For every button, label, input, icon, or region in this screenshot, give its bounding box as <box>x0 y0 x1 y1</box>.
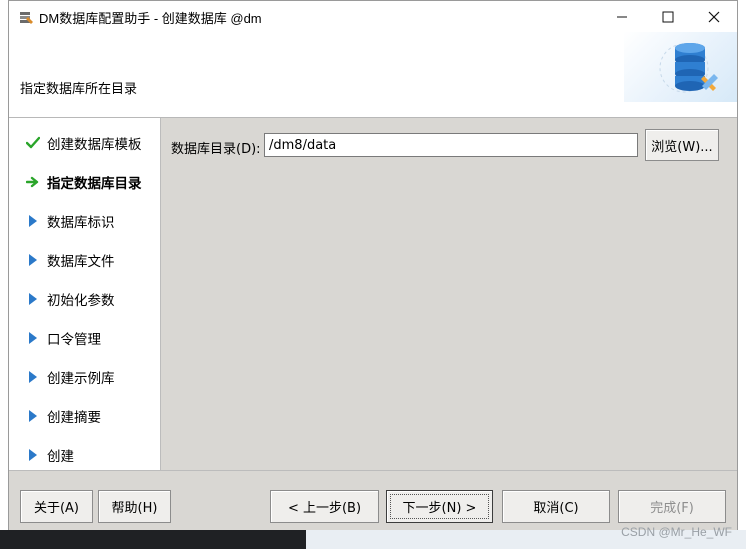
help-button[interactable]: 帮助(H) <box>98 490 171 523</box>
prev-button[interactable]: < 上一步(B) <box>270 490 379 523</box>
maximize-button[interactable] <box>645 1 691 32</box>
step-label: 创建摘要 <box>47 409 101 426</box>
directory-label: 数据库目录(D): <box>171 142 261 157</box>
step-label: 指定数据库目录 <box>47 175 142 192</box>
app-icon <box>20 12 33 24</box>
step-item-identity[interactable]: 数据库标识 <box>9 201 160 240</box>
triangle-right-icon <box>25 447 41 463</box>
step-item-directory[interactable]: 指定数据库目录 <box>9 162 160 201</box>
maximize-icon <box>662 11 674 22</box>
database-icon <box>659 43 718 93</box>
step-item-template[interactable]: 创建数据库模板 <box>9 123 160 162</box>
button-bar: 关于(A) 帮助(H) < 上一步(B) 下一步(N) > 取消(C) 完成(F… <box>9 470 737 530</box>
close-button[interactable] <box>691 1 737 32</box>
background-app-edge <box>738 0 746 549</box>
step-label: 口令管理 <box>47 331 101 348</box>
step-item-sample-db[interactable]: 创建示例库 <box>9 357 160 396</box>
triangle-right-icon <box>25 252 41 268</box>
step-item-files[interactable]: 数据库文件 <box>9 240 160 279</box>
database-banner <box>624 32 737 102</box>
step-label: 创建数据库模板 <box>47 136 142 153</box>
step-item-password[interactable]: 口令管理 <box>9 318 160 357</box>
background-taskbar <box>0 530 306 549</box>
next-button[interactable]: 下一步(N) > <box>386 490 493 523</box>
wizard-header: 指定数据库所在目录 <box>9 32 737 118</box>
step-label: 创建 <box>47 448 74 465</box>
check-icon <box>25 135 41 151</box>
minimize-icon <box>617 16 627 17</box>
wizard-window: DM数据库配置助手 - 创建数据库 @dm 指定数据库所在目录 创建数据库模板 … <box>8 0 738 530</box>
step-list: 创建数据库模板 指定数据库目录 数据库标识 数据库文件 初始化参数 口令管理 创… <box>9 118 161 470</box>
step-label: 数据库标识 <box>47 214 115 231</box>
arrow-right-icon <box>25 174 41 190</box>
step-item-init-params[interactable]: 初始化参数 <box>9 279 160 318</box>
triangle-right-icon <box>25 291 41 307</box>
browse-button[interactable]: 浏览(W)... <box>645 129 719 161</box>
step-label: 数据库文件 <box>47 253 115 270</box>
step-label: 创建示例库 <box>47 370 115 387</box>
directory-input[interactable] <box>264 133 638 157</box>
close-icon <box>708 11 720 22</box>
watermark-text: CSDN @Mr_He_WF <box>621 525 732 539</box>
finish-button: 完成(F) <box>618 490 726 523</box>
step-label: 初始化参数 <box>47 292 115 309</box>
window-title: DM数据库配置助手 - 创建数据库 @dm <box>39 11 262 26</box>
title-bar: DM数据库配置助手 - 创建数据库 @dm <box>9 1 737 32</box>
about-button[interactable]: 关于(A) <box>20 490 93 523</box>
step-item-create[interactable]: 创建 <box>9 435 160 474</box>
triangle-right-icon <box>25 408 41 424</box>
step-item-summary[interactable]: 创建摘要 <box>9 396 160 435</box>
step-heading: 指定数据库所在目录 <box>20 82 138 97</box>
triangle-right-icon <box>25 369 41 385</box>
triangle-right-icon <box>25 330 41 346</box>
cancel-button[interactable]: 取消(C) <box>502 490 610 523</box>
step-content: 数据库目录(D): 浏览(W)... <box>161 118 737 470</box>
triangle-right-icon <box>25 213 41 229</box>
minimize-button[interactable] <box>599 1 645 32</box>
